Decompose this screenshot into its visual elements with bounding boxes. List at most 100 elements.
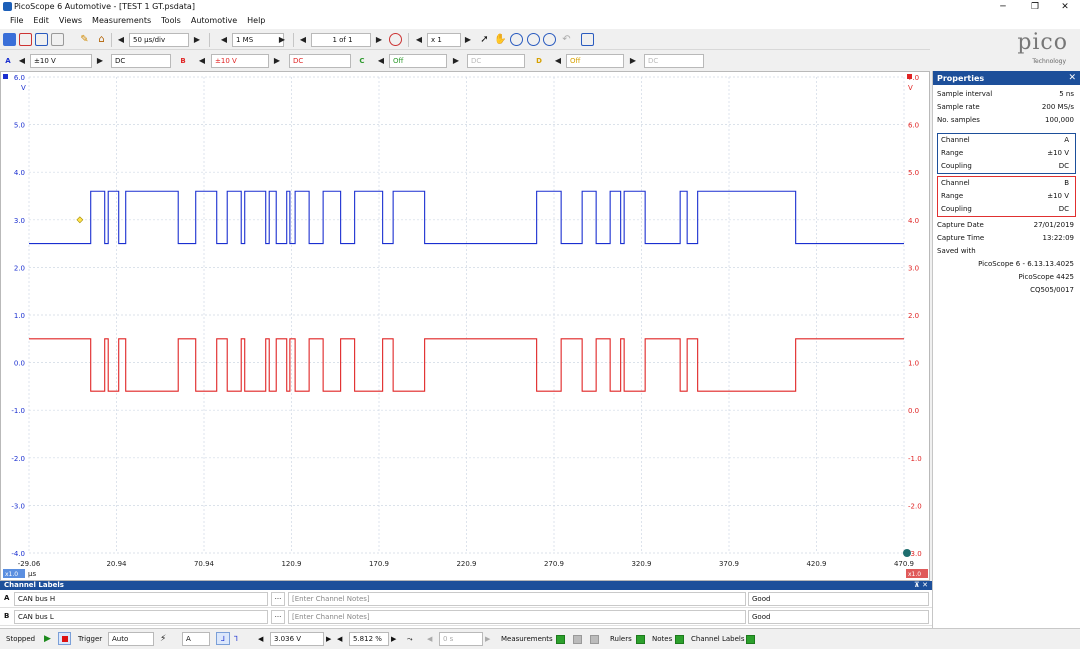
channel-d-coupling-select[interactable]: DC <box>644 54 704 68</box>
menu-measurements[interactable]: Measurements <box>87 14 156 25</box>
pointer-tool-icon[interactable]: ➚ <box>478 33 491 46</box>
channel-c-range-select[interactable]: Off <box>389 54 447 68</box>
trigger-threshold-input[interactable]: 3.036 V <box>270 632 324 646</box>
timebase-select[interactable]: 50 µs/div <box>129 33 189 47</box>
channel-d-range-next[interactable]: ▶ <box>627 54 639 68</box>
threshold-prev-button[interactable]: ◀ <box>258 633 263 645</box>
start-capture-icon[interactable]: ▶ <box>44 633 51 645</box>
channel-b-range-prev[interactable]: ◀ <box>196 54 208 68</box>
zoom-to-fit-icon[interactable] <box>581 33 594 46</box>
property-value: 100,000 <box>1045 116 1074 124</box>
spectrum-mode-icon[interactable] <box>35 33 48 46</box>
saved-with-label: Saved with <box>937 247 976 255</box>
timebase-next-button[interactable]: ▶ <box>191 33 203 47</box>
delay-icon[interactable]: ⤳ <box>407 633 413 645</box>
channel-c-badge[interactable]: C <box>357 55 367 67</box>
serial-decode-icon[interactable] <box>51 33 64 46</box>
rulers-toggle-icon[interactable] <box>636 633 645 645</box>
channel-c-coupling-select[interactable]: DC <box>467 54 525 68</box>
scope-view[interactable]: 6.0 7.0 5.0 6.0 4.0 5.0 3.0 4.0 2.0 3.0 1.0 2.0 0.0 1… <box>0 71 930 581</box>
probe-icon[interactable]: ✎ <box>78 33 91 46</box>
pretrigger-input[interactable]: 5.812 % <box>349 632 389 646</box>
hand-tool-icon[interactable]: ✋ <box>494 33 507 46</box>
samples-prev-button[interactable]: ◀ <box>218 33 230 47</box>
timebase-prev-button[interactable]: ◀ <box>115 33 127 47</box>
channel-c-range-prev[interactable]: ◀ <box>375 54 387 68</box>
channel-b-range-select[interactable]: ±10 V <box>211 54 269 68</box>
channel-a-range-select[interactable]: ±10 V <box>30 54 92 68</box>
minimize-button[interactable]: ─ <box>988 0 1018 14</box>
panel-pin-close-icon[interactable]: ⊼ ✕ <box>914 581 928 590</box>
scope-mode-icon[interactable] <box>3 33 16 46</box>
menu-bar: File Edit Views Measurements Tools Automotive… <box>0 14 1080 29</box>
property-row: Range ±10 V <box>938 147 1075 160</box>
zoom-in-icon[interactable] <box>527 33 540 46</box>
zoom-out-icon[interactable] <box>543 33 556 46</box>
x-unit: µs <box>28 570 36 578</box>
trigger-channel-select[interactable]: A <box>182 632 210 646</box>
zoom-region-icon[interactable] <box>510 33 523 46</box>
menu-views[interactable]: Views <box>54 14 87 25</box>
maximize-button[interactable]: ❐ <box>1020 0 1050 14</box>
channel-c-range-next[interactable]: ▶ <box>450 54 462 68</box>
rising-edge-icon[interactable]: ⅃ <box>216 632 230 645</box>
zoom-prev-button[interactable]: ◀ <box>413 33 425 47</box>
buffer-prev-button[interactable]: ◀ <box>297 33 309 47</box>
channel-a-range-next[interactable]: ▶ <box>94 54 106 68</box>
menu-help[interactable]: Help <box>242 14 270 25</box>
channel-label-input-a[interactable]: CAN bus H <box>14 592 268 606</box>
x-tick-label: 420.9 <box>806 560 826 568</box>
channel-label-more-button[interactable]: ··· <box>271 610 285 624</box>
samples-next-button[interactable]: ▶ <box>276 33 288 47</box>
threshold-next-button[interactable]: ▶ <box>326 633 331 645</box>
channel-notes-input-a[interactable]: [Enter Channel Notes] <box>288 592 746 606</box>
channel-d-range-prev[interactable]: ◀ <box>552 54 564 68</box>
channel-status-select-a[interactable]: Good <box>748 592 929 606</box>
menu-tools[interactable]: Tools <box>156 14 186 25</box>
trigger-delay-input[interactable]: 0 s <box>439 632 483 646</box>
property-value: ±10 V <box>1047 149 1069 157</box>
menu-file[interactable]: File <box>5 14 28 25</box>
status-bar: Stopped ▶ Trigger Auto ⚡ A ⅃ ⅂ ◀ 3.036 V… <box>0 628 1080 649</box>
channel-a-badge[interactable]: A <box>3 55 13 67</box>
notes-toggle-icon[interactable] <box>675 633 684 645</box>
channel-d-range-select[interactable]: Off <box>566 54 624 68</box>
pretrigger-prev-button[interactable]: ◀ <box>337 633 342 645</box>
channel-b-coupling-select[interactable]: DC <box>289 54 351 68</box>
channel-notes-input-b[interactable]: [Enter Channel Notes] <box>288 610 746 624</box>
menu-automotive[interactable]: Automotive <box>186 14 242 25</box>
advanced-trigger-icon[interactable]: ⚡ <box>160 633 166 645</box>
zoom-select[interactable]: x 1 <box>427 33 461 47</box>
home-icon[interactable]: ⌂ <box>95 33 108 46</box>
channel-d-badge[interactable]: D <box>534 55 544 67</box>
close-window-button[interactable]: ✕ <box>1050 0 1080 14</box>
add-measurement-icon[interactable] <box>556 633 565 645</box>
menu-edit[interactable]: Edit <box>28 14 54 25</box>
buffer-index[interactable]: 1 of 1 <box>311 33 371 47</box>
edit-measurement-icon[interactable] <box>573 633 582 645</box>
pretrigger-next-button[interactable]: ▶ <box>391 633 396 645</box>
buffer-navigator-icon[interactable] <box>389 33 402 46</box>
channel-labels-toggle-icon[interactable] <box>746 633 755 645</box>
undo-zoom-icon[interactable]: ↶ <box>560 33 573 46</box>
x-tick-label: 120.9 <box>281 560 301 568</box>
delay-prev-button[interactable]: ◀ <box>427 633 432 645</box>
channel-status-select-b[interactable]: Good <box>748 610 929 624</box>
zoom-next-button[interactable]: ▶ <box>462 33 474 47</box>
persistence-mode-icon[interactable] <box>19 33 32 46</box>
channel-b-badge[interactable]: B <box>178 55 188 67</box>
channel-a-range-prev[interactable]: ◀ <box>16 54 28 68</box>
channel-label-input-b[interactable]: CAN bus L <box>14 610 268 624</box>
channel-b-range-next[interactable]: ▶ <box>271 54 283 68</box>
stop-capture-button[interactable] <box>58 632 71 645</box>
properties-close-icon[interactable]: ✕ <box>1068 73 1076 83</box>
trigger-mode-select[interactable]: Auto <box>108 632 154 646</box>
saved-with-serial: CQ505/0017 <box>1030 286 1074 294</box>
delay-next-button[interactable]: ▶ <box>485 633 490 645</box>
falling-edge-icon[interactable]: ⅂ <box>234 633 238 645</box>
buffer-next-button[interactable]: ▶ <box>373 33 385 47</box>
channel-a-coupling-select[interactable]: DC <box>111 54 171 68</box>
channel-label-more-button[interactable]: ··· <box>271 592 285 606</box>
delete-measurement-icon[interactable] <box>590 633 599 645</box>
property-value: 27/01/2019 <box>1033 221 1074 229</box>
